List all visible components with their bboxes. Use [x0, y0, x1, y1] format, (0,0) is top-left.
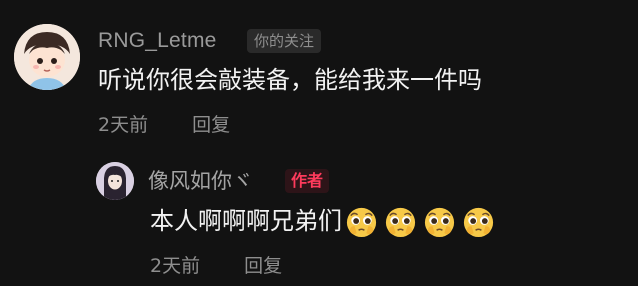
reply-text: 本人啊啊啊兄弟们: [150, 207, 342, 235]
pleading-face-icon: [385, 207, 416, 237]
comment-meta: 2天前 回复: [98, 112, 230, 138]
pleading-face-icon: [463, 207, 494, 237]
comment-username[interactable]: RNG_Letme: [98, 28, 217, 54]
reply-time: 2天前: [150, 255, 201, 277]
reply-username[interactable]: 像风如你ヾ: [148, 168, 253, 194]
emoji-group: [344, 204, 496, 239]
author-badge: 作者: [285, 169, 330, 193]
avatar[interactable]: [14, 24, 80, 90]
reply-meta: 2天前 回复: [150, 253, 282, 279]
following-badge: 你的关注: [247, 29, 322, 53]
pleading-face-icon: [346, 207, 377, 237]
pleading-face-icon: [424, 207, 455, 237]
avatar[interactable]: [96, 162, 134, 200]
reply-button[interactable]: 回复: [192, 114, 230, 136]
comment-thread: RNG_Letme 你的关注 听说你很会敲装备，能给我来一件吗 2天前 回复 像…: [0, 0, 638, 286]
comment-time: 2天前: [98, 114, 149, 136]
reply-text-row: 本人啊啊啊兄弟们: [150, 201, 496, 241]
comment-text: 听说你很会敲装备，能给我来一件吗: [98, 66, 482, 94]
reply-button[interactable]: 回复: [244, 255, 282, 277]
